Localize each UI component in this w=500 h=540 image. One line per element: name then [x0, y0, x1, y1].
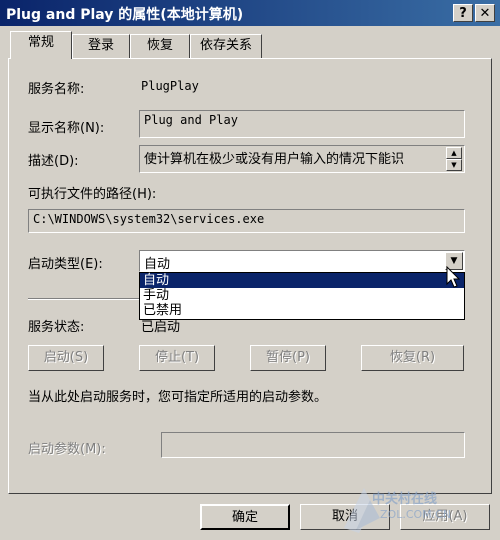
arrow-down-icon: ▼ [451, 161, 457, 169]
display-name-label: 显示名称(N): [28, 121, 105, 136]
resume-button[interactable]: 恢复(R) [361, 345, 464, 371]
service-status-label: 服务状态: [28, 320, 85, 335]
startup-type-dropdown-list: 自动 手动 已禁用 [139, 272, 465, 320]
stop-button[interactable]: 停止(T) [139, 345, 215, 371]
startup-option-manual[interactable]: 手动 [140, 288, 464, 303]
watermark-text: 中关村在线 [372, 492, 438, 507]
chevron-down-icon: ▼ [450, 256, 458, 266]
description-label: 描述(D): [28, 154, 79, 169]
start-params-input[interactable] [161, 432, 465, 458]
exe-path-field[interactable]: C:\WINDOWS\system32\services.exe [28, 209, 465, 233]
startup-type-select[interactable]: 自动 [139, 250, 465, 272]
tab-dependencies[interactable]: 依存关系 [190, 34, 262, 58]
description-text: 使计算机在极少或没有用户输入的情况下能识 [144, 152, 405, 167]
start-params-label: 启动参数(M): [28, 442, 106, 457]
close-button[interactable]: ✕ [475, 4, 495, 22]
title-bar[interactable]: Plug and Play 的属性(本地计算机) ? ✕ [0, 0, 500, 26]
description-scroll-down[interactable]: ▼ [446, 159, 462, 171]
display-name-field[interactable]: Plug and Play [139, 110, 465, 138]
startup-option-disabled[interactable]: 已禁用 [140, 303, 464, 318]
tab-recovery[interactable]: 恢复 [130, 34, 190, 58]
tab-logon[interactable]: 登录 [72, 34, 130, 58]
mouse-cursor-icon [446, 266, 461, 288]
start-button[interactable]: 启动(S) [28, 345, 104, 371]
description-scroll-up[interactable]: ▲ [446, 147, 462, 159]
pause-button[interactable]: 暂停(P) [250, 345, 326, 371]
ok-button[interactable]: 确定 [200, 504, 290, 530]
help-button[interactable]: ? [453, 4, 473, 22]
window-title: Plug and Play 的属性(本地计算机) [6, 7, 244, 23]
watermark-logo-icon [344, 488, 380, 533]
watermark-url: ZOL.COM.CN [380, 508, 452, 521]
exe-path-label: 可执行文件的路径(H): [28, 187, 157, 202]
service-name-value: PlugPlay [141, 79, 199, 93]
arrow-up-icon: ▲ [451, 149, 457, 157]
start-params-hint: 当从此处启动服务时，您可指定所适用的启动参数。 [28, 390, 328, 405]
tab-general[interactable]: 常规 [10, 31, 72, 59]
description-field: 使计算机在极少或没有用户输入的情况下能识 [139, 145, 465, 173]
service-name-label: 服务名称: [28, 82, 85, 97]
startup-option-auto[interactable]: 自动 [140, 273, 464, 288]
startup-type-selected: 自动 [144, 257, 171, 272]
startup-type-label: 启动类型(E): [28, 257, 103, 272]
close-icon: ✕ [479, 6, 491, 21]
